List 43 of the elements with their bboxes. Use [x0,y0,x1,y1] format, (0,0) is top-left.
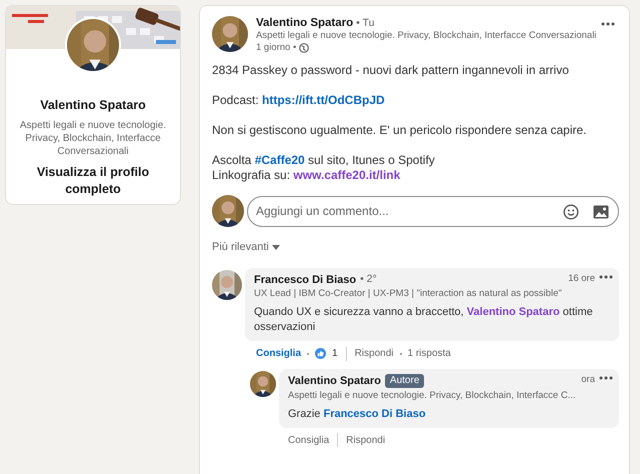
comment-text: Quando UX e sicurezza vanno a braccetto, Valentino Spataro ottime osservazioni [254,305,594,335]
link[interactable]: Francesco Di Biaso [323,408,426,420]
link[interactable]: www.caffe20.it/link [293,168,400,182]
profile-link[interactable]: Visualizza il profilo completo [6,164,180,198]
comment-text: Grazie Francesco Di Biaso [288,406,427,422]
link[interactable]: #Caffe20 [254,153,305,167]
commenter-headline: Aspetti legali e nuove tecnologie. Privacy, Blockchain, Interfacce C... [288,390,577,402]
author-name[interactable]: Valentino Spataro [256,16,354,30]
post-text: Podcast: https://ift.tt/OdCBpJD [212,93,386,108]
link[interactable]: https://ift.tt/OdCBpJD [262,93,385,107]
emoji-icon[interactable] [563,204,579,220]
post-text: 2834 Passkey o password - nuovi dark pattern ingannevoli in arrivo [212,63,570,78]
post-text: Ascolta #Caffe20 sul sito, Itunes o Spotify [212,153,436,168]
comment-time: 16 ore [568,272,595,286]
like-button[interactable]: Consiglia [288,432,330,448]
like-button[interactable]: Consiglia [256,346,302,361]
image-icon[interactable] [593,204,609,218]
reply-button[interactable]: Rispondi [354,346,394,361]
author-badge: Autore [384,374,424,388]
more-icon[interactable] [601,22,615,26]
more-icon[interactable] [599,274,613,278]
post-time: 1 giorno • [256,42,296,54]
thumbs-up-icon [315,348,326,359]
commenter-name[interactable]: Valentino Spataro [288,373,381,390]
commenter-headline: UX Lead | IBM Co-Creator | UX-PM3 | "interaction as natural as possible" [254,288,563,300]
separator-dot [307,352,310,354]
profile-name: Valentino Spataro [40,97,146,114]
comment-field[interactable]: Aggiungi un commento... [247,196,619,226]
post-text: Linkografia su: www.caffe20.it/link [212,168,402,183]
link[interactable]: Valentino Spataro [466,306,560,318]
separator-dot [400,352,402,354]
comment-time: ora [581,373,595,387]
post-text: Non si gestiscono ugualmente. E' un pericolo rispondere senza capire. [212,123,588,138]
profile-headline: Aspetti legali e nuove tecnologie. Privacy, Blockchain, Interfacce Conversazionali [18,118,168,158]
more-icon[interactable] [599,376,613,380]
connection-label: • Tu [356,16,374,30]
replies-link[interactable]: 1 risposta [408,346,451,361]
connection-label: • 2° [360,272,377,287]
reply-button[interactable]: Rispondi [346,432,386,448]
reaction-count: 1 [332,347,338,361]
sort-dropdown[interactable]: Più rilevanti [212,239,280,256]
commenter-name[interactable]: Francesco Di Biaso [254,272,356,288]
caret-icon [272,244,280,250]
